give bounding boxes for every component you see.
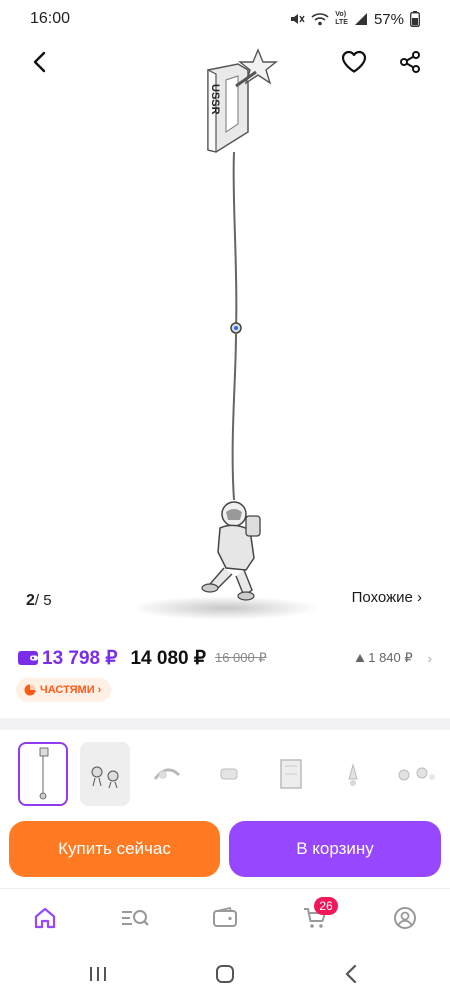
- wallet-price: 13 798 ₽: [42, 647, 118, 669]
- thumb-earring-pair[interactable]: [80, 742, 130, 806]
- nav-home[interactable]: [30, 903, 60, 933]
- similar-label: Похожие ›: [351, 589, 422, 606]
- recent-apps-button[interactable]: [83, 962, 113, 986]
- add-to-cart-button[interactable]: В корзину: [229, 821, 441, 877]
- thumbnail-strip: [0, 730, 450, 810]
- lte-label: LTE: [335, 19, 348, 26]
- bonus-block[interactable]: 1 840 ₽ ›: [355, 650, 432, 666]
- signal-icon: [354, 12, 368, 26]
- buy-now-button[interactable]: Купить сейчас: [9, 821, 220, 877]
- bonus-triangle-icon: [355, 654, 365, 662]
- pie-icon: [24, 684, 36, 696]
- image-counter: 2/ 5: [26, 592, 52, 610]
- back-button[interactable]: [24, 46, 56, 78]
- battery-text: 57%: [373, 10, 404, 28]
- recent-apps-icon: [90, 967, 106, 981]
- price-row: 13 798 ₽ 14 080 ₽ 16 000 ₽ 1 840 ₽ ›: [18, 644, 432, 672]
- cart-count-badge: 26: [314, 897, 338, 915]
- current-price: 14 080 ₽: [130, 647, 206, 669]
- wallet-icon: [18, 651, 38, 665]
- home-system-icon: [216, 965, 234, 983]
- thumb-detail-1-image: [153, 768, 181, 780]
- back-system-button[interactable]: [336, 962, 366, 986]
- thumb-detail-2-image: [220, 768, 238, 780]
- thumb-detail-3-image: [280, 759, 302, 789]
- bottom-nav: 26: [0, 888, 450, 948]
- nav-catalog[interactable]: [120, 903, 150, 933]
- action-bar: Купить сейчас В корзину: [0, 808, 450, 888]
- nav-profile[interactable]: [390, 903, 420, 933]
- thumb-earring-pair-image: [91, 766, 119, 789]
- installments-badge[interactable]: ЧАСТЯМИ ›: [16, 678, 112, 702]
- status-bar: 16:00 Vo) LTE 57%: [0, 0, 450, 38]
- section-divider: [0, 718, 450, 730]
- bonus-amount: 1 840 ₽: [368, 650, 413, 665]
- catalog-search-icon: [122, 910, 149, 926]
- wifi-icon: [311, 11, 329, 27]
- back-system-icon: [345, 964, 357, 984]
- thumb-earring-chain[interactable]: [18, 742, 68, 806]
- volte-icon: Vo) LTE: [335, 11, 348, 27]
- bonus-chevron: ›: [427, 650, 432, 666]
- nav-wallet[interactable]: [210, 903, 240, 933]
- thumb-detail-2[interactable]: [204, 742, 254, 806]
- battery-icon: [410, 11, 420, 27]
- thumb-detail-1[interactable]: [142, 742, 192, 806]
- thumb-detail-5[interactable]: [390, 742, 440, 806]
- status-icons: Vo) LTE 57%: [289, 11, 420, 28]
- mute-icon: [289, 11, 305, 27]
- share-button[interactable]: [394, 46, 426, 78]
- system-nav: [0, 948, 450, 1000]
- image-counter-current: 2: [26, 592, 35, 609]
- similar-link[interactable]: Похожие ›: [352, 589, 422, 606]
- share-icon: [400, 51, 420, 73]
- thumb-detail-4-image: [348, 763, 358, 786]
- wallet-nav-icon: [213, 907, 237, 927]
- heart-icon: [341, 50, 367, 73]
- old-price: 16 000 ₽: [214, 650, 267, 665]
- thumb-earring-chain-image: [39, 747, 49, 800]
- engraving-text: USSR: [209, 84, 221, 115]
- installments-label: ЧАСТЯМИ ›: [40, 684, 102, 696]
- product-image[interactable]: USSR: [140, 40, 310, 630]
- thumb-detail-5-image: [398, 767, 435, 781]
- thumb-detail-4[interactable]: [328, 742, 378, 806]
- volte-label: Vo): [335, 11, 347, 18]
- profile-icon: [394, 907, 416, 929]
- status-time: 16:00: [30, 10, 71, 27]
- home-icon: [34, 907, 56, 929]
- home-system-button[interactable]: [210, 962, 240, 986]
- favorite-button[interactable]: [338, 46, 370, 78]
- thumb-detail-3[interactable]: [266, 742, 316, 806]
- image-counter-total: / 5: [34, 592, 52, 609]
- back-arrow-icon: [33, 51, 46, 73]
- product-page: 16:00 Vo) LTE 57% USSR 2/ 5 Похожие › 13…: [0, 0, 450, 1000]
